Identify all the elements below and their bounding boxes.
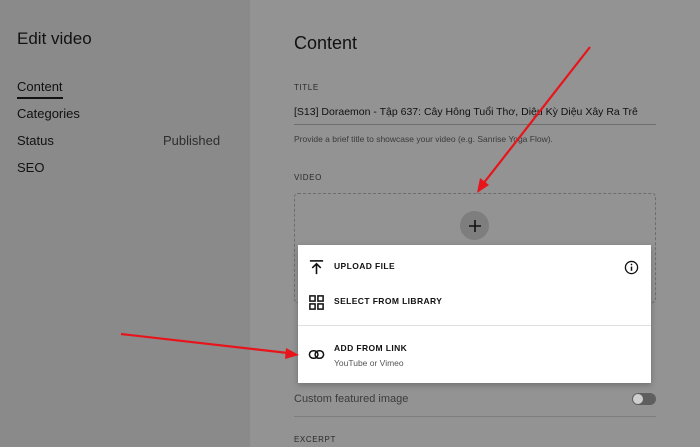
sidebar-item-categories[interactable]: Categories	[17, 106, 80, 121]
title-helper-text: Provide a brief title to showcase your v…	[294, 134, 553, 144]
excerpt-label: EXCERPT	[294, 435, 336, 444]
upload-file-label: UPLOAD FILE	[334, 261, 396, 271]
sidebar-item-status[interactable]: Status	[17, 133, 54, 148]
upload-icon	[309, 260, 324, 275]
status-value: Published	[163, 133, 221, 148]
menu-divider	[298, 325, 651, 326]
sidebar-panel	[0, 0, 250, 447]
panel-title: Edit video	[17, 29, 92, 48]
add-from-link-subtext: YouTube or Vimeo	[334, 358, 404, 368]
sidebar-item-content[interactable]: Content	[17, 79, 63, 99]
add-from-link-item[interactable]: ADD FROM LINK YouTube or Vimeo	[298, 339, 651, 369]
info-icon[interactable]	[624, 260, 639, 275]
sidebar-item-seo[interactable]: SEO	[17, 160, 44, 175]
link-icon	[308, 349, 325, 360]
video-label: VIDEO	[294, 173, 322, 182]
toggle-knob	[633, 394, 643, 404]
add-video-button[interactable]	[460, 211, 489, 240]
upload-file-item[interactable]: UPLOAD FILE	[298, 257, 651, 279]
title-input[interactable]: [S13] Doraemon - Tập 637: Cây Hông Tuổi …	[294, 103, 656, 125]
plus-icon	[468, 219, 481, 232]
select-from-library-label: SELECT FROM LIBRARY	[334, 296, 443, 306]
featured-image-label: Custom featured image	[294, 393, 409, 405]
select-from-library-item[interactable]: SELECT FROM LIBRARY	[298, 292, 651, 314]
divider	[294, 416, 656, 417]
add-from-link-label: ADD FROM LINK	[334, 343, 408, 353]
section-title: Content	[294, 33, 358, 53]
add-video-menu: UPLOAD FILE SELECT FROM LIBRARY ADD FROM…	[298, 245, 651, 383]
title-label: TITLE	[294, 83, 319, 92]
grid-icon	[309, 295, 324, 310]
featured-image-toggle[interactable]	[632, 393, 656, 405]
